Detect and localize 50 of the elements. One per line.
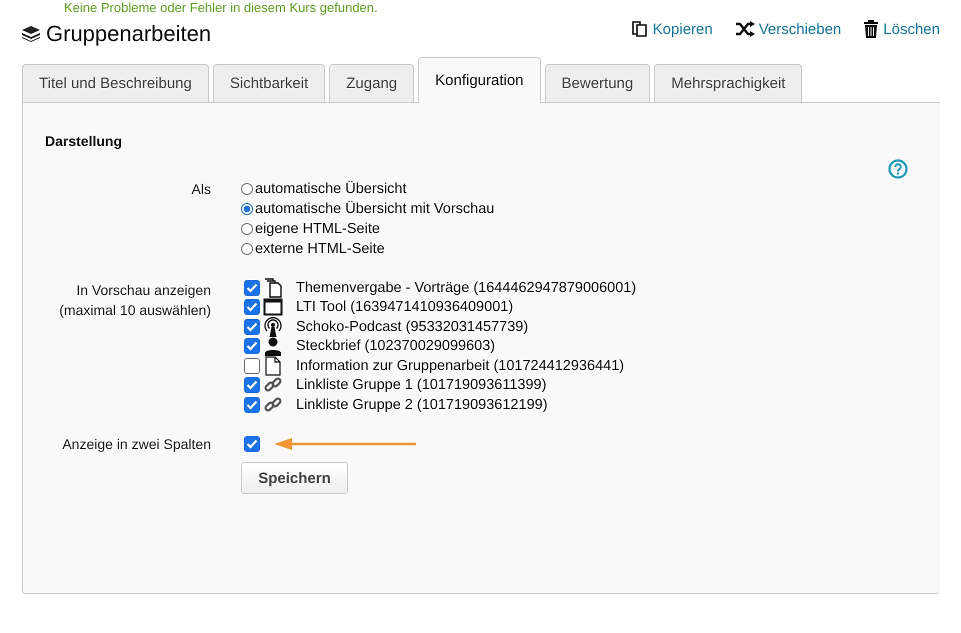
radio-button[interactable] (241, 183, 253, 195)
tab[interactable]: Zugang (329, 64, 414, 102)
item-label: Linkliste Gruppe 1 (101719093611399) (296, 377, 546, 394)
tab[interactable]: Konfiguration (418, 57, 541, 103)
success-message: Keine Probleme oder Fehler in diesem Kurs gefunden. (64, 0, 379, 15)
radio-label: automatische Übersicht mit Vorschau (255, 201, 494, 217)
page-title: Gruppenarbeiten (46, 21, 212, 47)
field-label: Als (192, 181, 211, 197)
checkbox[interactable] (244, 436, 260, 452)
tab[interactable]: Mehrsprachigkeit (654, 64, 802, 102)
help-icon[interactable] (888, 159, 908, 179)
item-label: Themenvergabe - Vorträge (1644462947879006001) (296, 280, 636, 296)
checkbox[interactable] (244, 396, 260, 413)
checkbox[interactable] (244, 338, 260, 354)
document-icon (263, 356, 283, 376)
field-label: (maximal 10 auswählen) (59, 301, 211, 320)
copy-icon (630, 20, 649, 38)
radio-label: automatische Übersicht (255, 181, 407, 197)
item-label: Schoko-Podcast (95332031457739) (296, 318, 528, 335)
item-label: Linkliste Gruppe 2 (101719093612199) (296, 396, 548, 413)
delete-link[interactable]: Löschen (863, 20, 940, 38)
layers-icon (22, 26, 40, 42)
radio-label: eigene HTML-Seite (255, 221, 380, 237)
item-label: Steckbrief (102370029099603) (296, 338, 496, 354)
field-label: Anzeige in zwei Spalten (62, 436, 211, 452)
tab[interactable]: Bewertung (544, 64, 650, 102)
move-link[interactable]: Verschieben (734, 20, 842, 38)
tab[interactable]: Titel und Beschreibung (22, 64, 209, 102)
radio-button[interactable] (241, 223, 253, 235)
section-title: Darstellung (45, 133, 124, 149)
copy-link[interactable]: Kopieren (630, 20, 713, 38)
person-icon (263, 336, 283, 356)
item-label: Information zur Gruppenarbeit (101724412936441) (296, 358, 624, 374)
podcast-icon (263, 316, 283, 337)
checkbox[interactable] (244, 280, 260, 296)
trash-icon (863, 20, 880, 38)
window-icon (263, 297, 283, 318)
field-label: In Vorschau anzeigen (76, 281, 211, 300)
item-label: LTI Tool (1639471410936409001) (296, 299, 514, 316)
shuffle-icon (734, 21, 755, 37)
pages-icon (263, 278, 283, 298)
checkbox[interactable] (244, 377, 260, 394)
checkbox[interactable] (244, 318, 260, 335)
checkbox[interactable] (244, 299, 260, 316)
radio-label: externe HTML-Seite (255, 241, 385, 257)
tab[interactable]: Sichtbarkeit (212, 64, 326, 102)
radio-button[interactable] (241, 243, 253, 255)
save-button[interactable]: Speichern (241, 462, 348, 494)
radio-button[interactable] (241, 203, 253, 215)
checkbox[interactable] (244, 358, 260, 374)
